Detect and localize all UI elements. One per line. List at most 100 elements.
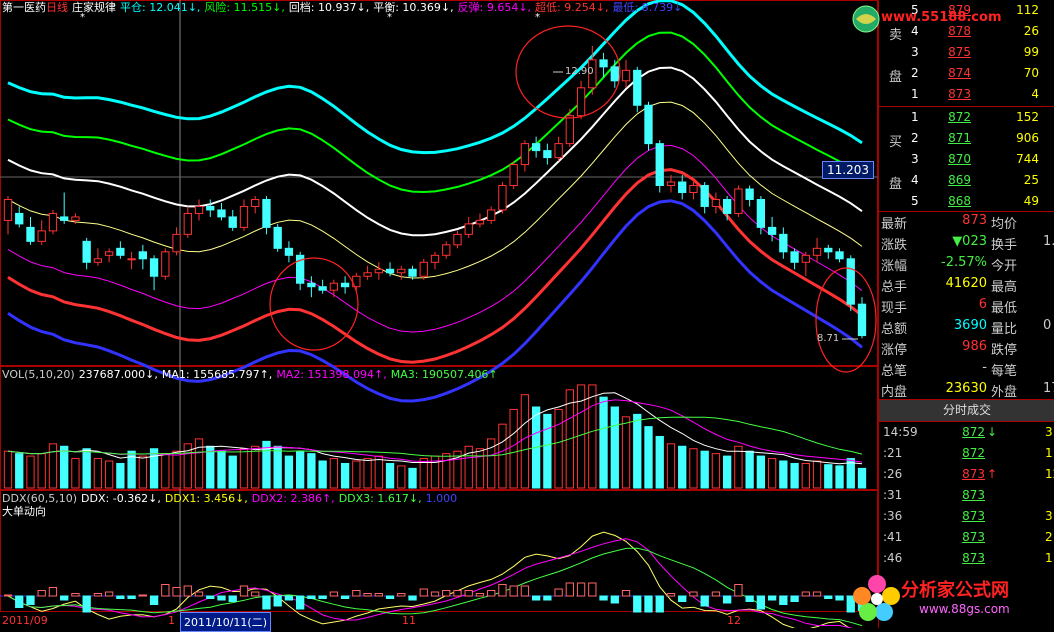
- ddx-bar: [666, 593, 676, 597]
- ddx-bar: [251, 591, 260, 597]
- tick-time: :26: [883, 467, 903, 481]
- sell-price: 873: [948, 87, 971, 101]
- band-rebound: 反弹: 9.654↓,: [457, 1, 532, 14]
- period-label: 日线: [46, 1, 68, 14]
- buy-price: 868: [948, 194, 971, 208]
- tick-row[interactable]: :46 873 1: [879, 548, 1054, 569]
- ddx-bar: [385, 595, 395, 599]
- ddx-bar: [835, 595, 844, 601]
- ddx-bar: [633, 595, 642, 613]
- chart-canvas[interactable]: * * *: [0, 0, 878, 628]
- candle-body: [700, 185, 709, 207]
- stat-label-2: 量比: [991, 322, 1018, 337]
- tick-row[interactable]: 14:59 872 ↓ 3: [879, 422, 1054, 443]
- candle-body: [37, 230, 46, 242]
- volume-bar: [71, 458, 80, 489]
- candle-body: [576, 87, 586, 117]
- buy-row[interactable]: 4 869 25: [879, 170, 1054, 191]
- ddx-bar: [779, 595, 788, 605]
- candle-body: [565, 115, 574, 145]
- ddx-bar: [71, 593, 80, 597]
- candle-body: [329, 282, 339, 291]
- ddx-bar: [824, 595, 833, 599]
- candle-body: [824, 247, 833, 253]
- volume-bar: [318, 460, 327, 489]
- stat-label: 最新: [881, 217, 908, 232]
- band-pullback: 回档: 10.937↓,: [288, 1, 370, 14]
- candle-body: [239, 205, 249, 228]
- candle-body: [453, 233, 462, 246]
- sell-row[interactable]: 1 873 4: [879, 84, 1054, 105]
- stat-label: 现手: [881, 301, 908, 316]
- candle-body: [172, 233, 181, 253]
- ddx-bar: [318, 595, 327, 599]
- volume-bar: [599, 396, 608, 489]
- ddx-bar: [374, 593, 383, 597]
- ddx-bar: [329, 591, 339, 597]
- ddx-bar: [194, 591, 204, 597]
- ddx1-value: DDX1: 3.456↓,: [164, 492, 248, 505]
- kline-chart-area[interactable]: * * * 第一医药日线 庄家规律 平仓: 12.041↓, 风险: 11.515↓, 回档…: [0, 0, 878, 632]
- tick-row[interactable]: :41 873 2: [879, 527, 1054, 548]
- candle-body: [633, 69, 642, 106]
- ddx-bar: [93, 593, 103, 597]
- tick-price: 873: [962, 551, 985, 565]
- candle-body: [801, 254, 810, 263]
- stat-row: 总笔 - 每笔: [879, 359, 1054, 379]
- volume-bar: [194, 438, 204, 489]
- ddx-bar: [442, 590, 451, 597]
- ddx-bar: [453, 590, 462, 597]
- ddx-bar: [655, 595, 664, 613]
- buy-row[interactable]: 5 868 49: [879, 191, 1054, 212]
- candle-body: [846, 258, 855, 305]
- tick-row[interactable]: :21 872 1: [879, 443, 1054, 464]
- volume-bar: [442, 453, 451, 489]
- volume-bar: [251, 445, 260, 489]
- sell-row[interactable]: 2 874 70: [879, 63, 1054, 84]
- candle-body: [723, 198, 732, 214]
- globe-logo-icon: [852, 5, 880, 33]
- tick-list: 14:59872↓3 :218721 :26873↑12 :31873 :368…: [879, 422, 1054, 582]
- volume-bar: [15, 453, 24, 489]
- buy-label-1: 买: [889, 135, 903, 150]
- tick-row[interactable]: :36 873 3: [879, 506, 1054, 527]
- buy-row[interactable]: 2 871 906: [879, 128, 1054, 149]
- candle-body: [756, 198, 766, 228]
- candle-body: [442, 244, 451, 256]
- stat-row: 涨跌 ▼023 换手 1.: [879, 233, 1054, 253]
- tick-row[interactable]: :26 873↑ 12: [879, 464, 1054, 485]
- volume-bar: [149, 448, 159, 489]
- volume-bar: [206, 445, 215, 489]
- candle-body: [599, 59, 608, 68]
- ddx-bar: [576, 582, 586, 597]
- ddx-bar: [588, 582, 597, 597]
- stat-label-2: 最高: [991, 280, 1018, 295]
- ddx-bar: [127, 595, 136, 599]
- candle-body: [487, 209, 496, 221]
- candle-body: [93, 258, 103, 263]
- ddx-bar: [565, 582, 574, 597]
- volume-bar: [104, 460, 114, 489]
- volume-bar: [520, 394, 530, 489]
- volume-bar: [273, 445, 282, 489]
- band-balance: 平衡: 10.369↓,: [373, 1, 454, 14]
- candle-body: [228, 216, 237, 228]
- buy-level: 1: [911, 110, 919, 124]
- candle-body: [711, 198, 721, 207]
- volume-bar: [340, 462, 350, 489]
- tick-row[interactable]: :31 873: [879, 485, 1054, 506]
- buy-row[interactable]: 3 870 744: [879, 149, 1054, 170]
- ticks-title[interactable]: 分时成交: [879, 399, 1054, 422]
- date-right: 12: [727, 614, 741, 627]
- date-cursor: 2011/10/11(二): [180, 612, 271, 632]
- volume-bar: [26, 455, 35, 489]
- volume-ma-line: [7, 416, 863, 457]
- ddx-bar: [700, 595, 709, 607]
- candle-body: [262, 198, 271, 228]
- ddx-bar: [723, 595, 732, 604]
- volume-bar: [60, 445, 69, 489]
- ddx-extra: 1.000: [425, 492, 458, 505]
- buy-row[interactable]: 1 872 152: [879, 107, 1054, 128]
- vol-ma1: MA1: 155685.797↑,: [161, 368, 273, 381]
- sell-row[interactable]: 3 875 99: [879, 42, 1054, 63]
